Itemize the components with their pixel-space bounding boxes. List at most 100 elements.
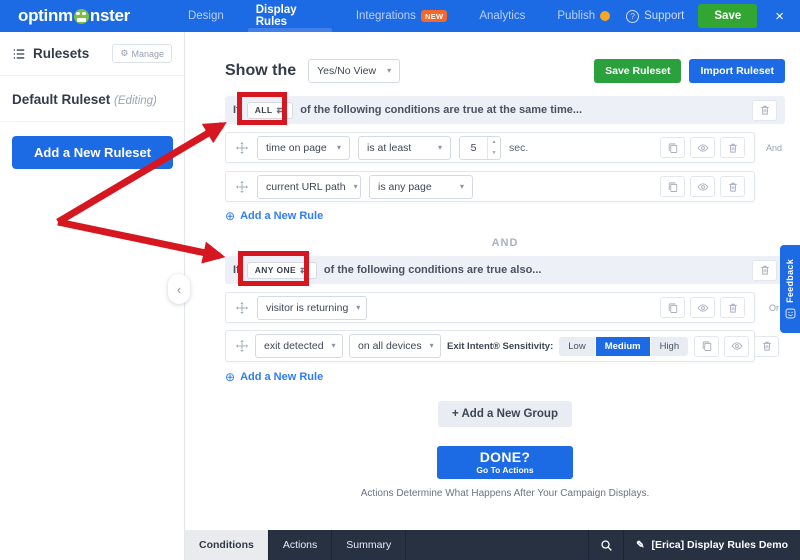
sidebar-collapse-handle[interactable]: ‹ <box>168 274 190 304</box>
group2-add-rule-link[interactable]: ⊕ Add a New Rule <box>225 370 323 384</box>
sidebar-header: Rulesets ⚙ Manage <box>0 32 184 76</box>
add-ruleset-button[interactable]: Add a New Ruleset <box>12 136 173 169</box>
unit-label: sec. <box>509 142 528 154</box>
nav-item-integrations[interactable]: Integrations NEW <box>340 0 464 32</box>
preview-rule-button[interactable] <box>690 176 715 197</box>
support-link[interactable]: ? Support <box>626 10 684 23</box>
chevron-down-icon: ▾ <box>354 183 358 191</box>
joiner-label: And <box>758 133 790 162</box>
swap-icon: ⇄ <box>300 265 309 276</box>
duplicate-rule-button[interactable] <box>660 297 685 318</box>
stepper-down-icon[interactable]: ▼ <box>488 148 500 159</box>
row-action-icons <box>694 336 779 357</box>
group1-header: If ALL ⇄ of the following conditions are… <box>225 96 785 124</box>
save-ruleset-button[interactable]: Save Ruleset <box>594 59 681 83</box>
preview-rule-button[interactable] <box>690 137 715 158</box>
chevron-down-icon: ▾ <box>460 183 464 191</box>
stepper-arrows[interactable]: ▲ ▼ <box>487 137 500 159</box>
done-go-to-actions-button[interactable]: DONE? Go To Actions <box>437 446 573 479</box>
drag-handle-icon[interactable] <box>235 339 249 353</box>
seconds-stepper[interactable]: 5 ▲ ▼ <box>459 136 501 160</box>
search-button[interactable] <box>588 530 624 560</box>
manage-label: Manage <box>131 49 164 59</box>
tab-summary[interactable]: Summary <box>332 530 406 560</box>
group1-delete-button[interactable] <box>752 100 777 121</box>
trash-icon <box>759 264 771 276</box>
condition-field-select[interactable]: visitor is returning ▾ <box>257 296 367 320</box>
group-joiner-label: AND <box>225 237 785 249</box>
row-action-icons <box>660 176 745 197</box>
pencil-icon: ✎ <box>636 540 644 551</box>
trash-icon <box>759 104 771 116</box>
chevron-down-icon: ▾ <box>387 67 391 75</box>
trash-icon <box>727 302 739 314</box>
nav-item-publish[interactable]: Publish <box>541 0 626 32</box>
import-ruleset-button[interactable]: Import Ruleset <box>689 59 785 83</box>
row-action-icons <box>660 137 745 158</box>
duplicate-rule-button[interactable] <box>660 137 685 158</box>
group2-delete-button[interactable] <box>752 260 777 281</box>
manage-button[interactable]: ⚙ Manage <box>112 44 172 63</box>
feedback-tab[interactable]: Feedback <box>780 245 800 333</box>
drag-handle-icon[interactable] <box>235 180 249 194</box>
preview-rule-button[interactable] <box>724 336 749 357</box>
condition-operator-select[interactable]: on all devices ▾ <box>349 334 441 358</box>
drag-handle-icon[interactable] <box>235 141 249 155</box>
nav-item-design[interactable]: Design <box>172 0 240 32</box>
group1-mode-toggle[interactable]: ALL ⇄ <box>247 102 294 119</box>
condition-field-select[interactable]: current URL path ▾ <box>257 175 361 199</box>
group1-add-rule-link[interactable]: ⊕ Add a New Rule <box>225 209 323 223</box>
condition-field-select[interactable]: exit detected ▾ <box>255 334 343 358</box>
delete-rule-button[interactable] <box>754 336 779 357</box>
trash-icon <box>727 142 739 154</box>
delete-rule-button[interactable] <box>720 137 745 158</box>
condition-operator-select[interactable]: is any page ▾ <box>369 175 473 199</box>
add-rule-label: Add a New Rule <box>240 210 323 222</box>
view-select[interactable]: Yes/No View ▾ <box>308 59 400 83</box>
condition-operator-select[interactable]: is at least ▾ <box>358 136 451 160</box>
display-rules-canvas: Show the Yes/No View ▾ Save Ruleset Impo… <box>185 32 800 530</box>
ruleset-state: (Editing) <box>114 95 157 107</box>
select-value: is at least <box>367 142 411 154</box>
rule-row-visitor-returning: visitor is returning ▾ <box>225 292 755 323</box>
chevron-left-icon: ‹ <box>177 282 181 297</box>
stepper-up-icon[interactable]: ▲ <box>488 137 500 148</box>
condition-field-select[interactable]: time on page ▾ <box>257 136 350 160</box>
close-icon[interactable]: × <box>771 8 788 25</box>
save-button[interactable]: Save <box>698 4 757 28</box>
eye-icon <box>731 340 743 352</box>
search-icon <box>600 539 613 552</box>
actions-caption: Actions Determine What Happens After You… <box>225 488 785 499</box>
select-value: exit detected <box>264 340 324 352</box>
preview-rule-button[interactable] <box>690 297 715 318</box>
tab-actions[interactable]: Actions <box>269 530 332 560</box>
top-nav: optinmnster Design Display Rules Integra… <box>0 0 800 32</box>
delete-rule-button[interactable] <box>720 176 745 197</box>
nav-item-analytics[interactable]: Analytics <box>463 0 541 32</box>
optinmonster-logo[interactable]: optinmnster <box>18 6 130 26</box>
duplicate-rule-button[interactable] <box>660 176 685 197</box>
group2-mode-toggle[interactable]: ANY ONE ⇄ <box>247 262 317 279</box>
support-label: Support <box>644 10 684 22</box>
sensitivity-low-button[interactable]: Low <box>559 337 594 356</box>
duplicate-rule-button[interactable] <box>694 336 719 357</box>
bottom-tab-bar: Conditions Actions Summary ✎ [Erica] Dis… <box>185 530 800 560</box>
sensitivity-high-button[interactable]: High <box>651 337 689 356</box>
rule-row-exit-detected: exit detected ▾ on all devices ▾ Exit In… <box>225 330 755 362</box>
new-badge: NEW <box>421 10 447 22</box>
optinmonster-app: optinmnster Design Display Rules Integra… <box>0 0 800 560</box>
if-label: If <box>233 104 240 116</box>
sensitivity-medium-button[interactable]: Medium <box>596 337 650 356</box>
nav-item-label: Publish <box>557 10 595 22</box>
add-new-group-button[interactable]: + Add a New Group <box>438 401 572 427</box>
seconds-value: 5 <box>460 137 487 159</box>
plus-circle-icon: ⊕ <box>225 209 235 223</box>
nav-item-label: Display Rules <box>256 4 324 28</box>
delete-rule-button[interactable] <box>720 297 745 318</box>
campaign-name-button[interactable]: ✎ [Erica] Display Rules Demo <box>624 530 800 560</box>
tab-conditions[interactable]: Conditions <box>185 530 269 560</box>
ruleset-list-item[interactable]: Default Ruleset (Editing) <box>0 76 184 122</box>
drag-handle-icon[interactable] <box>235 301 249 315</box>
nav-item-display-rules[interactable]: Display Rules <box>240 0 340 32</box>
eye-icon <box>697 142 709 154</box>
